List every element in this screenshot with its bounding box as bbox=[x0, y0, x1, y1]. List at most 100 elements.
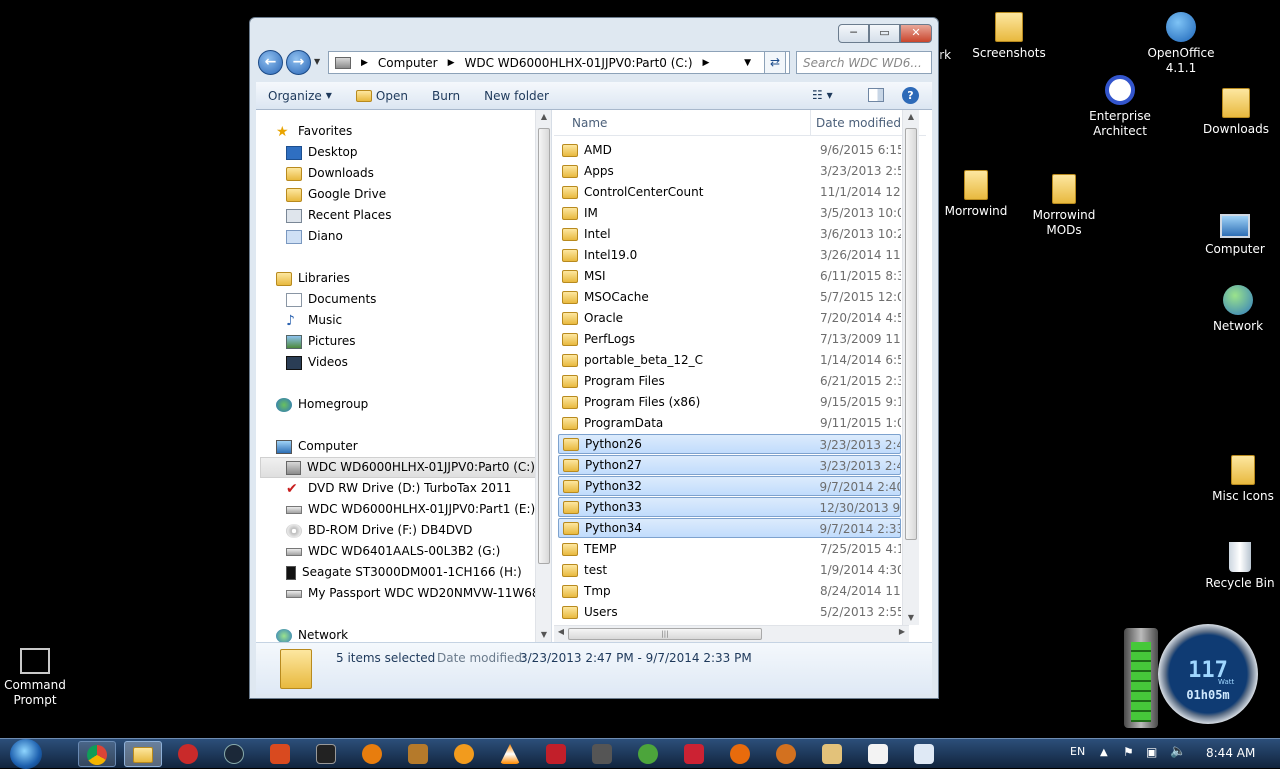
file-row[interactable]: Tmp 8/24/2014 11:08 bbox=[558, 581, 901, 601]
nav-homegroup[interactable]: Homegroup bbox=[276, 394, 368, 415]
address-dropdown-icon[interactable]: ▼ bbox=[744, 58, 751, 68]
blender-icon[interactable] bbox=[362, 744, 382, 764]
nav-item-recent-places[interactable]: Recent Places bbox=[286, 205, 391, 226]
nav-item-music[interactable]: ♪ Music bbox=[286, 310, 342, 331]
file-row[interactable]: Program Files 6/21/2015 2:36 bbox=[558, 371, 901, 391]
nav-item-drive-g[interactable]: WDC WD6401AALS-00L3B2 (G:) bbox=[286, 541, 500, 562]
vlc-icon[interactable] bbox=[500, 744, 520, 764]
scroll-right-arrow[interactable]: ▶ bbox=[895, 627, 909, 636]
help-button[interactable]: ? bbox=[902, 87, 919, 104]
nav-item-drive-h[interactable]: Seagate ST3000DM001-1CH166 (H:) bbox=[286, 562, 522, 583]
breadcrumb-computer[interactable]: Computer bbox=[378, 56, 438, 70]
steam-icon[interactable] bbox=[224, 744, 244, 764]
scroll-up-arrow[interactable]: ▲ bbox=[536, 110, 551, 124]
minimize-button[interactable]: ─ bbox=[838, 24, 869, 43]
file-row[interactable]: PerfLogs 7/13/2009 11:20 bbox=[558, 329, 901, 349]
address-chevron-icon[interactable]: ▶ bbox=[703, 58, 710, 68]
close-button[interactable]: ✕ bbox=[900, 24, 932, 43]
app-icon[interactable] bbox=[592, 744, 612, 764]
desktop-icon-morrowind-mods[interactable]: Morrowind MODs bbox=[1022, 174, 1106, 238]
open-button[interactable]: Open bbox=[344, 82, 420, 110]
desktop-icon-openoffice[interactable]: OpenOffice 4.1.1 bbox=[1139, 12, 1223, 76]
nav-item-diano[interactable]: Diano bbox=[286, 226, 343, 247]
headphones-icon[interactable] bbox=[776, 744, 796, 764]
nav-item-documents[interactable]: Documents bbox=[286, 289, 376, 310]
file-row[interactable]: portable_beta_12_C 1/14/2014 6:53 bbox=[558, 350, 901, 370]
desktop-icon-command-prompt[interactable]: Command Prompt bbox=[0, 648, 77, 708]
flag-icon[interactable]: ⚑ bbox=[1123, 745, 1134, 759]
nav-favorites[interactable]: ★ Favorites bbox=[276, 121, 352, 142]
scroll-thumb[interactable] bbox=[538, 128, 550, 564]
nav-item-downloads[interactable]: Downloads bbox=[286, 163, 374, 184]
new-folder-button[interactable]: New folder bbox=[472, 82, 561, 110]
column-name-header[interactable]: Name bbox=[572, 116, 607, 130]
maximize-button[interactable]: ▭ bbox=[869, 24, 900, 43]
file-row[interactable]: Python26 3/23/2013 2:47 bbox=[558, 434, 901, 454]
network-tray-icon[interactable]: ▣ bbox=[1146, 745, 1157, 759]
file-row[interactable]: Python33 12/30/2013 9:55 bbox=[558, 497, 901, 517]
taskbar-explorer-button[interactable] bbox=[124, 741, 162, 767]
organize-button[interactable]: Organize ▼ bbox=[256, 82, 344, 110]
nav-item-drive-c[interactable]: WDC WD6000HLHX-01JJPV0:Part0 (C:) bbox=[260, 457, 536, 478]
utorrent-icon[interactable] bbox=[638, 744, 658, 764]
file-row[interactable]: Users 5/2/2013 2:55 P bbox=[558, 602, 901, 622]
show-hidden-icons[interactable]: ▲ bbox=[1100, 747, 1108, 758]
scroll-down-arrow[interactable]: ▼ bbox=[536, 628, 551, 642]
calculator-icon[interactable] bbox=[868, 744, 888, 764]
scroll-left-arrow[interactable]: ◀ bbox=[554, 627, 568, 636]
scroll-thumb[interactable] bbox=[905, 128, 917, 540]
desktop-icon-screenshots[interactable]: Screenshots bbox=[967, 12, 1051, 61]
nav-computer[interactable]: Computer bbox=[276, 436, 358, 457]
desktop-icon-computer[interactable]: Computer bbox=[1193, 214, 1277, 257]
file-row[interactable]: Program Files (x86) 9/15/2015 9:15 bbox=[558, 392, 901, 412]
file-row[interactable]: Python32 9/7/2014 2:40 P bbox=[558, 476, 901, 496]
file-row[interactable]: MSOCache 5/7/2015 12:09 bbox=[558, 287, 901, 307]
app-icon[interactable] bbox=[270, 744, 290, 764]
forward-button[interactable]: → bbox=[286, 50, 311, 75]
horizontal-scrollbar[interactable]: ◀ ||| ▶ bbox=[554, 625, 909, 642]
file-row[interactable]: Python27 3/23/2013 2:47 bbox=[558, 455, 901, 475]
desktop-icon-recycle-bin[interactable]: Recycle Bin bbox=[1198, 542, 1280, 591]
back-button[interactable]: ← bbox=[258, 50, 283, 75]
nav-item-google-drive[interactable]: Google Drive bbox=[286, 184, 386, 205]
app-icon[interactable] bbox=[454, 744, 474, 764]
nav-item-desktop[interactable]: Desktop bbox=[286, 142, 358, 163]
volume-icon[interactable]: 🔈 bbox=[1170, 744, 1186, 759]
file-row[interactable]: TEMP 7/25/2015 4:16 bbox=[558, 539, 901, 559]
file-row[interactable]: MSI 6/11/2015 8:33 bbox=[558, 266, 901, 286]
nav-libraries[interactable]: Libraries bbox=[276, 268, 350, 289]
nav-item-pictures[interactable]: Pictures bbox=[286, 331, 356, 352]
address-chevron-icon[interactable]: ▶ bbox=[361, 58, 368, 68]
file-row[interactable]: Intel 3/6/2013 10:21 bbox=[558, 224, 901, 244]
nav-item-videos[interactable]: Videos bbox=[286, 352, 348, 373]
taskbar-chrome-button[interactable] bbox=[78, 741, 116, 767]
file-row[interactable]: Intel19.0 3/26/2014 11:24 bbox=[558, 245, 901, 265]
app-icon[interactable] bbox=[730, 744, 750, 764]
scroll-up-arrow[interactable]: ▲ bbox=[903, 110, 919, 124]
address-bar[interactable]: ▶ Computer ▶ WDC WD6000HLHX-01JJPV0:Part… bbox=[328, 51, 790, 74]
app-icon[interactable] bbox=[684, 744, 704, 764]
horizontal-scroll-thumb[interactable]: ||| bbox=[568, 628, 762, 640]
terminal-icon[interactable] bbox=[316, 744, 336, 764]
desktop-icon-misc-icons[interactable]: Misc Icons bbox=[1201, 455, 1280, 504]
refresh-button[interactable]: ⇄ bbox=[764, 51, 786, 74]
recent-pages-dropdown[interactable]: ▼ bbox=[314, 57, 320, 66]
search-input[interactable]: Search WDC WD6... bbox=[796, 51, 932, 74]
address-chevron-icon[interactable]: ▶ bbox=[448, 58, 455, 68]
app-icon[interactable] bbox=[822, 744, 842, 764]
file-list-scrollbar[interactable]: ▲ ▼ bbox=[902, 110, 919, 625]
burn-button[interactable]: Burn bbox=[420, 82, 472, 110]
file-row[interactable]: AMD 9/6/2015 6:15 A bbox=[558, 140, 901, 160]
clock[interactable]: 8:44 AM bbox=[1206, 746, 1255, 760]
file-row[interactable]: Oracle 7/20/2014 4:59 bbox=[558, 308, 901, 328]
column-divider[interactable] bbox=[810, 110, 811, 136]
file-row[interactable]: Python34 9/7/2014 2:33 P bbox=[558, 518, 901, 538]
file-row[interactable]: Apps 3/23/2013 2:51 bbox=[558, 161, 901, 181]
notepad-icon[interactable] bbox=[914, 744, 934, 764]
column-date-header[interactable]: Date modified bbox=[816, 116, 901, 130]
nav-item-drive-e[interactable]: WDC WD6000HLHX-01JJPV0:Part1 (E:) bbox=[286, 499, 535, 520]
nav-item-drive-i[interactable]: My Passport WDC WD20NMVW-11W68S0 (I bbox=[286, 583, 551, 604]
power-icon[interactable] bbox=[178, 744, 198, 764]
preview-pane-button[interactable] bbox=[868, 88, 884, 102]
nav-item-drive-d[interactable]: ✔ DVD RW Drive (D:) TurboTax 2011 bbox=[286, 478, 511, 499]
